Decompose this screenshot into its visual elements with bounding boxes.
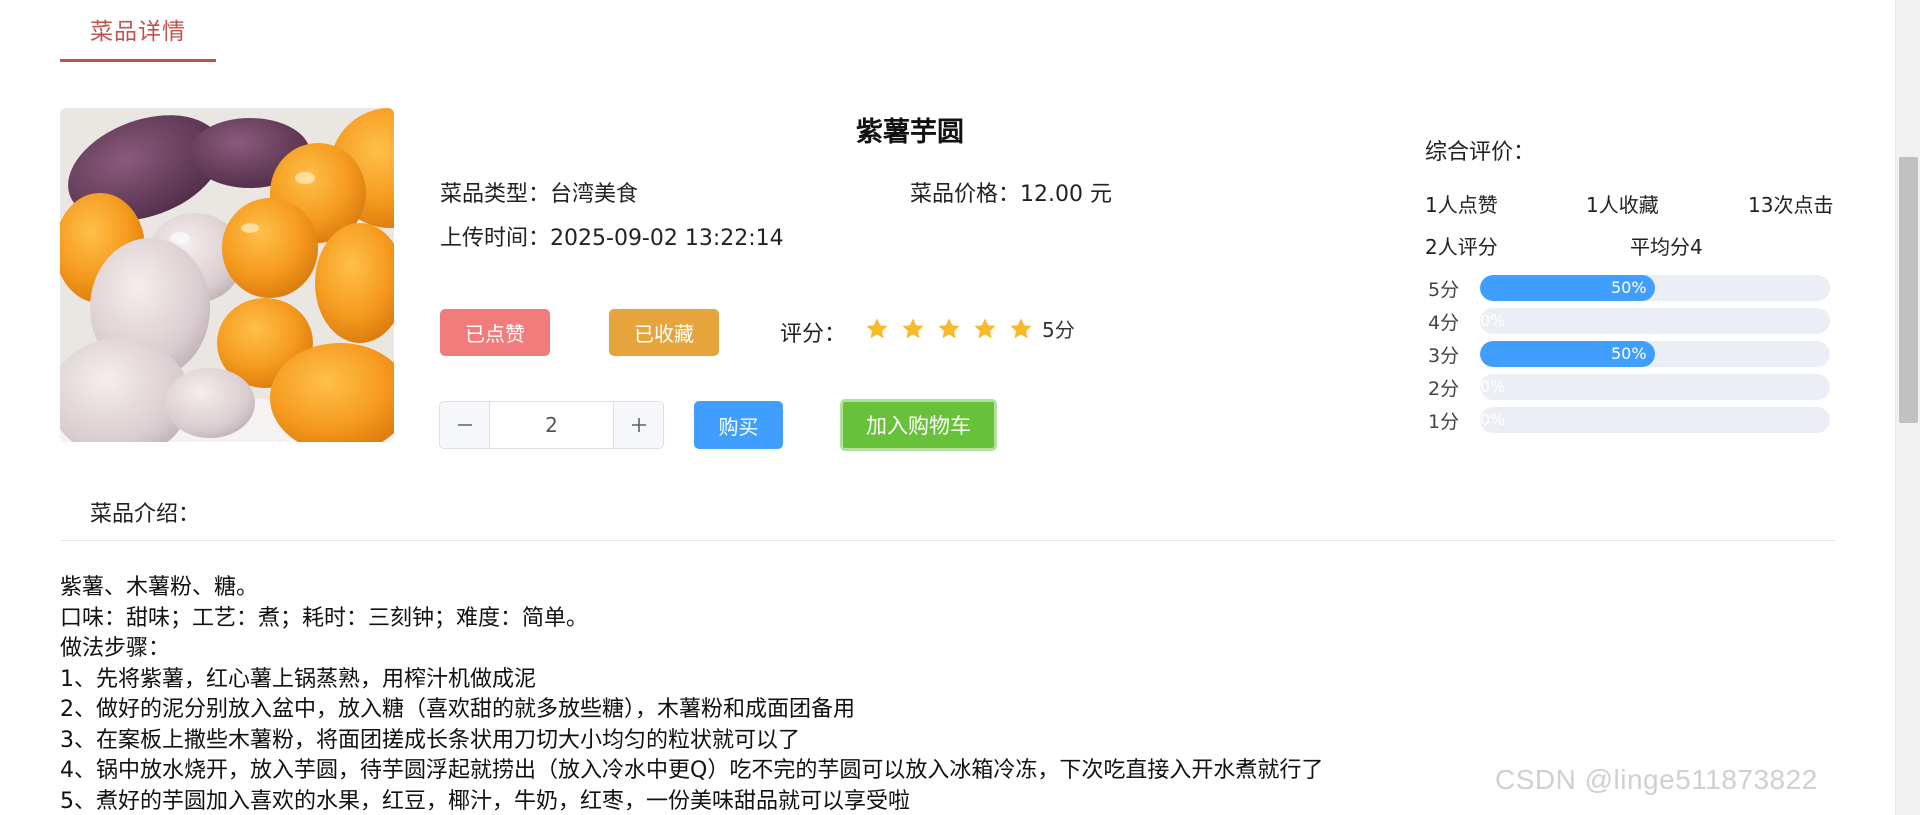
rating-label: 评分：: [780, 322, 847, 347]
score-bar-row: 4分 0%: [1428, 308, 1830, 334]
average-score: 平均分4: [1630, 235, 1703, 259]
score-bar-percent: 0%: [1480, 410, 1506, 429]
score-bar-percent: 0%: [1480, 311, 1506, 330]
star-icon[interactable]: [936, 316, 962, 342]
dish-type: 菜品类型：台湾美食: [440, 176, 638, 208]
dish-price-label: 菜品价格：: [910, 182, 1021, 207]
page: 菜品详情 紫薯芋圆 菜品类型：台湾美食 菜品价格：12.00 元 上传时间：20…: [0, 0, 1895, 815]
score-bar-track: 50%: [1480, 275, 1830, 301]
score-bar-track: 0%: [1480, 407, 1830, 433]
quantity-input[interactable]: 2: [490, 402, 613, 448]
dish-price-value: 12.00 元: [1020, 182, 1112, 207]
summary-title: 综合评价：: [1425, 140, 1536, 165]
dish-image: [60, 108, 394, 442]
tab-label: 菜品详情: [90, 19, 186, 45]
score-bar-percent: 0%: [1480, 377, 1506, 396]
buy-button[interactable]: 购买: [694, 401, 783, 449]
star-icon[interactable]: [972, 316, 998, 342]
upload-time-label: 上传时间：: [440, 226, 551, 251]
score-bar-label: 2分: [1428, 377, 1460, 400]
description-line: 紫薯、木薯粉、糖。: [60, 575, 259, 600]
score-bar-row: 2分 0%: [1428, 374, 1830, 400]
score-bar-row: 5分 50%: [1428, 275, 1830, 301]
star-icon[interactable]: [900, 316, 926, 342]
dish-price: 菜品价格：12.00 元: [910, 176, 1112, 208]
description-line: 做法步骤：: [60, 636, 171, 661]
score-bar-row: 3分 50%: [1428, 341, 1830, 367]
favorited-button[interactable]: 已收藏: [609, 309, 719, 356]
minus-icon: [457, 424, 472, 426]
description-heading: 菜品介绍：: [90, 502, 201, 527]
description-line: 口味：甜味；工艺：煮；耗时：三刻钟；难度：简单。: [60, 605, 589, 631]
score-bar-track: 0%: [1480, 374, 1830, 400]
score-bar-track: 0%: [1480, 308, 1830, 334]
dish-type-value: 台湾美食: [550, 182, 639, 207]
score-bar-label: 3分: [1428, 344, 1460, 367]
quantity-stepper: 2: [439, 401, 664, 449]
rating-text: 5分: [1042, 318, 1075, 342]
raters-count: 2人评分: [1425, 235, 1498, 259]
watermark: CSDN @linge511873822: [1495, 764, 1818, 795]
vertical-scrollbar[interactable]: [1895, 0, 1920, 815]
clicks-count: 13次点击: [1748, 193, 1834, 217]
description-line: 3、在案板上撒些木薯粉，将面团搓成长条状用刀切大小均匀的粒状就可以了: [60, 727, 800, 753]
description-line: 2、做好的泥分别放入盆中，放入糖（喜欢甜的就多放些糖），木薯粉和成面团备用: [60, 697, 855, 722]
scrollbar-thumb[interactable]: [1899, 157, 1918, 423]
score-bar-label: 5分: [1428, 278, 1460, 301]
dish-title: 紫薯芋圆: [856, 117, 964, 148]
tab-dish-detail[interactable]: 菜品详情: [60, 0, 216, 62]
score-bar-label: 4分: [1428, 311, 1460, 334]
rating-stars[interactable]: 5分: [864, 314, 1075, 343]
upload-time-value: 2025-09-02 13:22:14: [550, 226, 784, 251]
liked-button[interactable]: 已点赞: [440, 309, 550, 356]
score-bar-row: 1分 0%: [1428, 407, 1830, 433]
likes-count: 1人点赞: [1425, 193, 1498, 217]
score-bar-track: 50%: [1480, 341, 1830, 367]
description-line: 1、先将紫薯，红心薯上锅蒸熟，用榨汁机做成泥: [60, 666, 536, 692]
divider: [60, 540, 1836, 541]
dish-type-label: 菜品类型：: [440, 182, 551, 207]
favorites-count: 1人收藏: [1586, 193, 1659, 217]
add-to-cart-button[interactable]: 加入购物车: [840, 399, 997, 451]
star-icon[interactable]: [864, 316, 890, 342]
plus-icon: [631, 418, 646, 432]
score-bar-percent: 50%: [1611, 278, 1647, 297]
decrease-button[interactable]: [440, 402, 490, 448]
tab-active-indicator: [60, 59, 216, 62]
upload-time: 上传时间：2025-09-02 13:22:14: [440, 220, 784, 252]
score-bar-label: 1分: [1428, 410, 1460, 433]
increase-button[interactable]: [613, 402, 663, 448]
star-icon[interactable]: [1008, 316, 1034, 342]
score-bar-percent: 50%: [1611, 344, 1647, 363]
